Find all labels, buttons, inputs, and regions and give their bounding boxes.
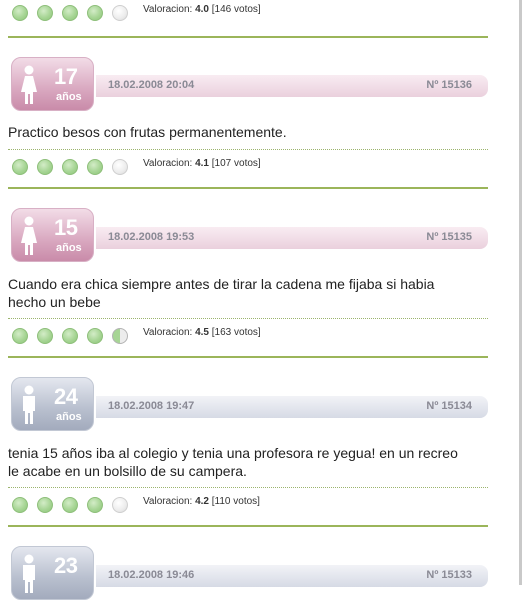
male-icon: [23, 554, 35, 593]
post-text-line: le acabe en un bolsillo de su campera.: [8, 463, 247, 479]
rating-row-top: Valoracion: 4.0 [146 votos]: [8, 2, 488, 24]
post-text: Practico besos con frutas permanentement…: [8, 124, 287, 140]
rating-dot-2[interactable]: [37, 497, 53, 513]
rating-votes: [110 votos]: [211, 496, 260, 507]
rating-score: 4.5: [195, 327, 209, 338]
rating-dot-1[interactable]: [12, 159, 28, 175]
rating-dot-1[interactable]: [12, 497, 28, 513]
age-number: 17: [54, 64, 78, 89]
rating-summary: Valoracion: 4.1 [107 votos]: [143, 158, 261, 169]
post-text-line: tenia 15 años iba al colegio y tenia una…: [8, 445, 458, 461]
post-date: 18.02.2008 19:46: [108, 569, 195, 581]
post-text-line: hecho un bebe: [8, 294, 101, 310]
rating-row: Valoracion: 4.2 [110 votos]: [8, 494, 488, 516]
rating-dot-3[interactable]: [62, 159, 78, 175]
post-number[interactable]: Nº 15136: [426, 79, 472, 91]
post-header-bar: 18.02.2008 19:46 Nº 15133: [96, 565, 488, 587]
rating-votes: [163 votos]: [211, 327, 261, 338]
rating-dot-4[interactable]: [87, 5, 103, 21]
rating-dot-4[interactable]: [87, 328, 103, 344]
post-date: 18.02.2008 19:47: [108, 400, 195, 412]
rating-dot-3[interactable]: [62, 497, 78, 513]
rating-row: Valoracion: 4.1 [107 votos]: [8, 156, 488, 178]
rating-summary: Valoracion: 4.0 [146 votos]: [143, 4, 261, 15]
rating-label: Valoracion:: [143, 496, 193, 507]
age-unit: años: [56, 91, 82, 103]
post-text: tenia 15 años iba al colegio y tenia una…: [8, 444, 478, 480]
post-number[interactable]: Nº 15134: [426, 400, 472, 412]
post-separator: [8, 187, 488, 189]
age-badge-female: 17 años: [11, 57, 94, 111]
post-date: 18.02.2008 19:53: [108, 231, 195, 243]
rating-dot-4[interactable]: [87, 497, 103, 513]
rating-dot-5[interactable]: [112, 497, 128, 513]
rating-score: 4.2: [195, 496, 209, 507]
rating-dot-2[interactable]: [37, 328, 53, 344]
rating-score: 4.1: [195, 158, 209, 169]
rating-label: Valoracion:: [143, 4, 193, 15]
rating-dot-5[interactable]: [112, 328, 128, 344]
post-text: Cuando era chica siempre antes de tirar …: [8, 275, 478, 311]
rating-dot-1[interactable]: [12, 328, 28, 344]
rating-label: Valoracion:: [143, 327, 193, 338]
rating-score: 4.0: [195, 4, 209, 15]
post-number[interactable]: Nº 15133: [426, 569, 472, 581]
female-icon: [21, 216, 37, 255]
dotted-divider: [8, 149, 488, 150]
rating-dot-3[interactable]: [62, 5, 78, 21]
post-header-bar: 18.02.2008 19:47 Nº 15134: [96, 396, 488, 418]
female-icon: [21, 65, 37, 104]
male-icon: [23, 385, 35, 424]
post-separator: [8, 36, 488, 38]
age-unit: años: [56, 411, 82, 423]
age-unit: años: [56, 242, 82, 254]
post-text-line: Cuando era chica siempre antes de tirar …: [8, 276, 435, 292]
rating-dot-1[interactable]: [12, 5, 28, 21]
age-badge-female: 15 años: [11, 208, 94, 262]
rating-dot-2[interactable]: [37, 159, 53, 175]
rating-dot-5[interactable]: [112, 159, 128, 175]
post-header-bar: 18.02.2008 20:04 Nº 15136: [96, 75, 488, 97]
post-number[interactable]: Nº 15135: [426, 231, 472, 243]
rating-summary: Valoracion: 4.5 [163 votos]: [143, 327, 261, 338]
age-number: 23: [54, 553, 78, 578]
post-header-bar: 18.02.2008 19:53 Nº 15135: [96, 227, 488, 249]
post-date: 18.02.2008 20:04: [108, 79, 195, 91]
age-badge-male: 24 años: [11, 377, 94, 431]
post-separator: [8, 356, 488, 358]
rating-dot-4[interactable]: [87, 159, 103, 175]
dotted-divider: [8, 318, 488, 319]
rating-row: Valoracion: 4.5 [163 votos]: [8, 325, 488, 347]
age-badge-male: 23: [11, 546, 94, 600]
rating-dot-2[interactable]: [37, 5, 53, 21]
post-separator: [8, 525, 488, 527]
dotted-divider: [8, 487, 488, 488]
rating-label: Valoracion:: [143, 158, 193, 169]
age-number: 24: [54, 384, 78, 409]
rating-dot-3[interactable]: [62, 328, 78, 344]
age-number: 15: [54, 215, 78, 240]
rating-votes: [146 votos]: [211, 4, 261, 15]
rating-votes: [107 votos]: [211, 158, 261, 169]
rating-dot-5[interactable]: [112, 5, 128, 21]
rating-summary: Valoracion: 4.2 [110 votos]: [143, 496, 260, 507]
